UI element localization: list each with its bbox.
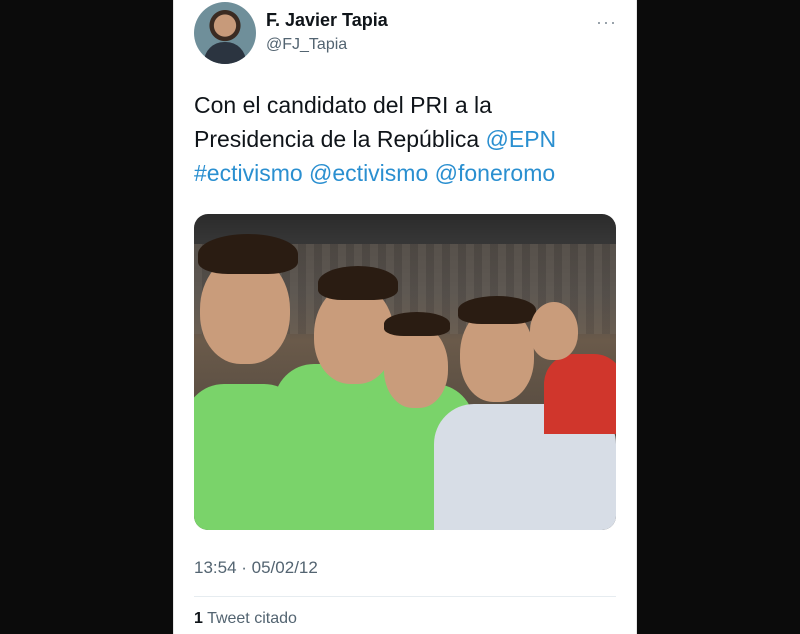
quote-tweets-link[interactable]: 1 Tweet citado: [194, 610, 297, 628]
quote-label: Tweet citado: [202, 610, 297, 627]
more-options-icon[interactable]: ···: [596, 12, 617, 33]
mention-foneromo[interactable]: @foneromo: [435, 160, 556, 186]
mention-epn[interactable]: @EPN: [486, 126, 557, 152]
tweet-photo[interactable]: [194, 214, 616, 530]
author-avatar[interactable]: [194, 2, 256, 64]
author-name[interactable]: F. Javier Tapia: [266, 10, 388, 31]
photo-person-hair: [384, 312, 450, 336]
photo-person-face: [384, 324, 448, 408]
photo-person-hair: [198, 234, 298, 274]
tweet-card: F. Javier Tapia @FJ_Tapia ··· Con el can…: [174, 0, 636, 634]
avatar-shirt: [204, 42, 246, 64]
photo-person-shirt: [544, 354, 616, 434]
tweet-text-plain: Con el candidato del PRI a la Presidenci…: [194, 92, 492, 152]
tweet-text: Con el candidato del PRI a la Presidenci…: [194, 88, 614, 190]
photo-person-hair: [318, 266, 398, 300]
mention-ectivismo[interactable]: @ectivismo: [309, 160, 428, 186]
tweet-timestamp[interactable]: 13:54 · 05/02/12: [194, 558, 318, 578]
photo-person-hair: [458, 296, 536, 324]
author-handle[interactable]: @FJ_Tapia: [266, 36, 347, 54]
photo-person-face: [530, 302, 578, 360]
divider: [194, 596, 616, 597]
hashtag-ectivismo[interactable]: #ectivismo: [194, 160, 303, 186]
quote-count: 1: [194, 610, 203, 627]
